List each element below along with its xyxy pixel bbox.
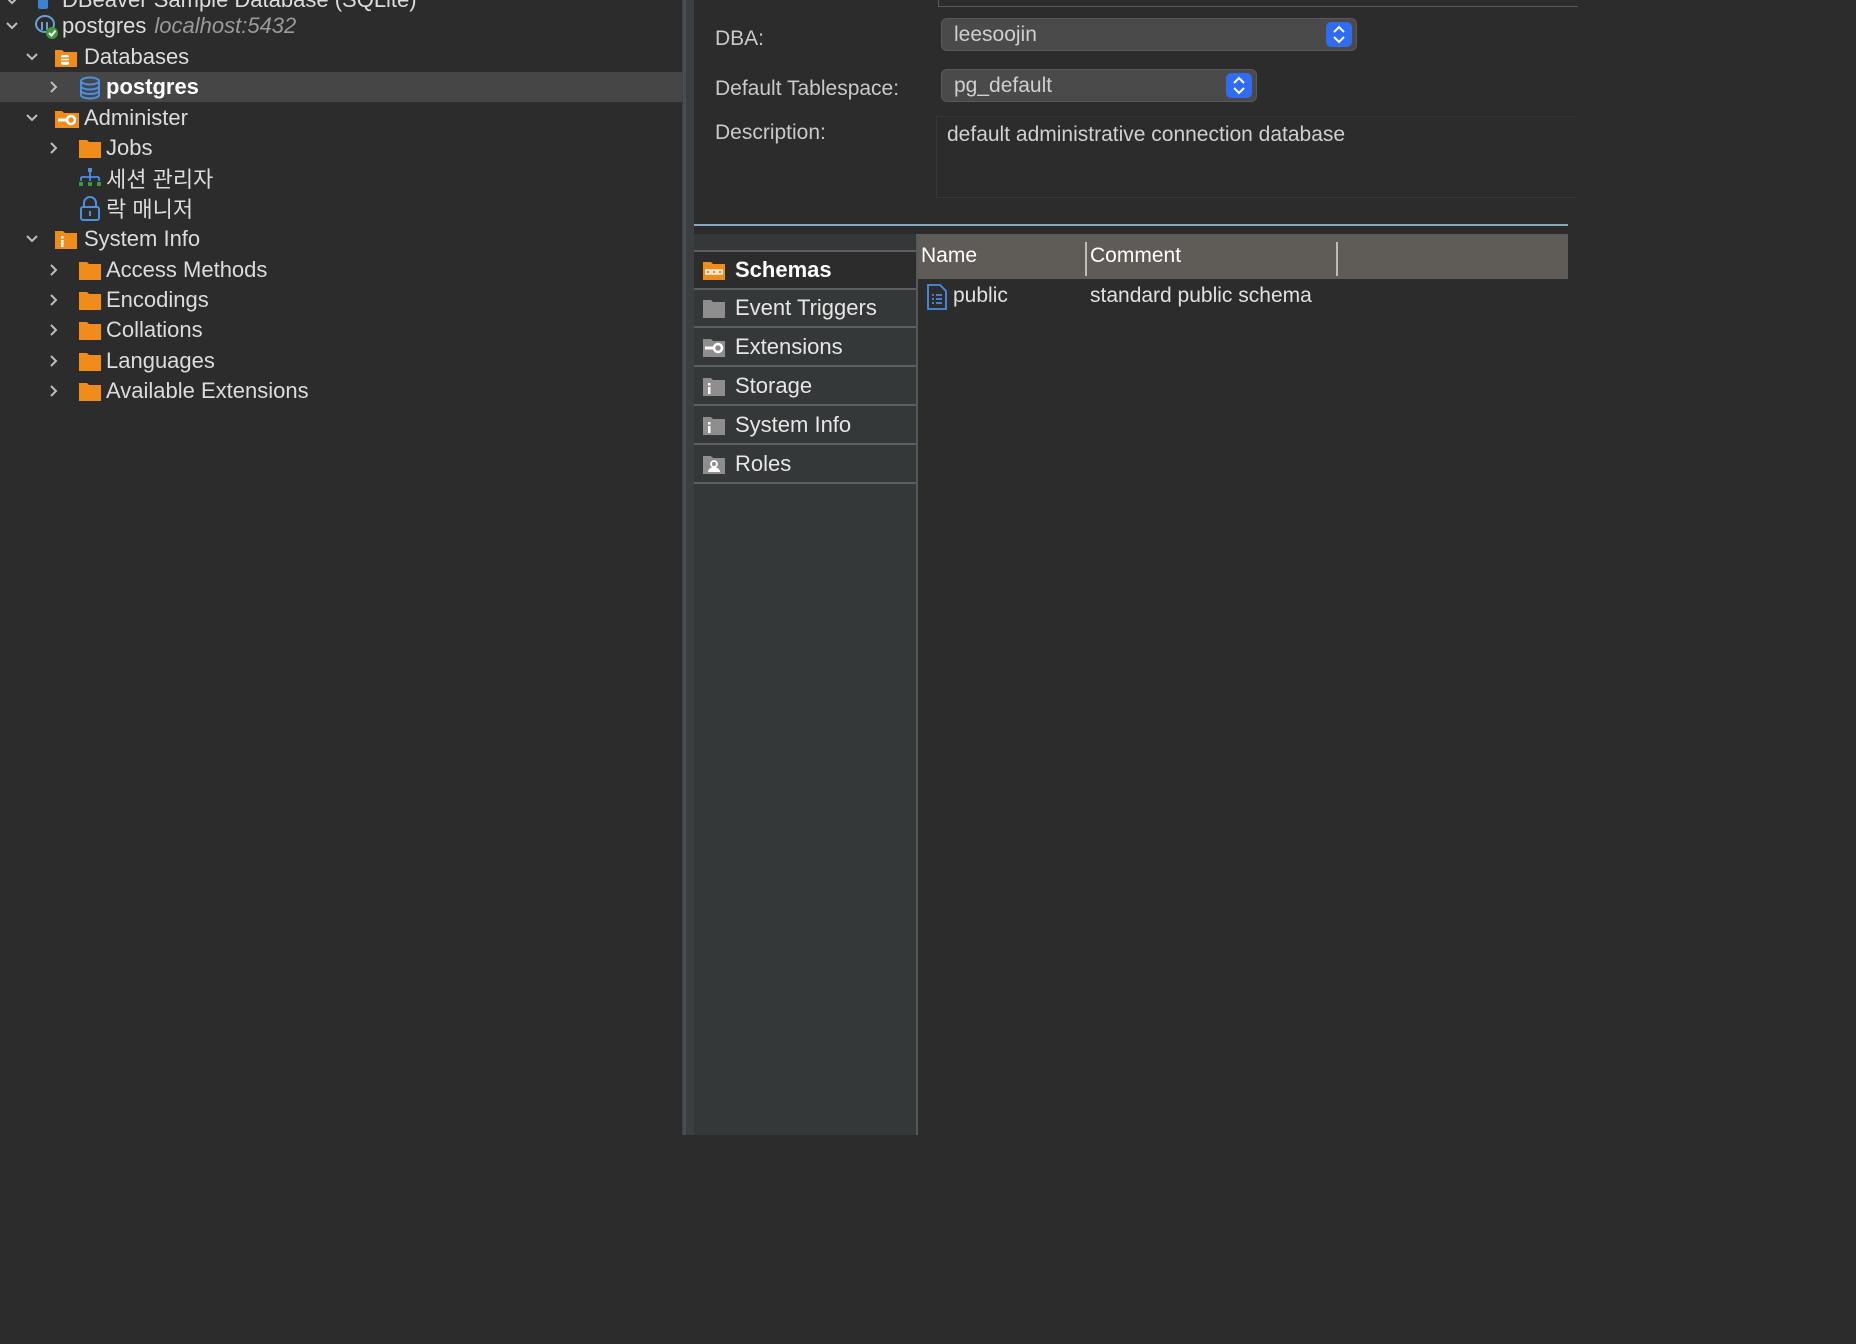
tree-item-label: Jobs: [106, 135, 153, 160]
tree-item-label: Encodings: [106, 287, 209, 312]
info-folder-icon: [702, 375, 726, 397]
folder-icon: [78, 137, 102, 159]
tree-item-label: Languages: [106, 348, 215, 373]
table-header: Name Comment: [918, 234, 1568, 279]
tree-item-label: postgres: [62, 13, 147, 38]
tree-item-collations[interactable]: Collations: [0, 315, 682, 345]
tree-item-label: postgres: [106, 74, 199, 99]
description-field[interactable]: default administrative connection databa…: [936, 116, 1576, 198]
extensions-icon: [702, 336, 726, 358]
dba-select[interactable]: leesoojin: [941, 18, 1357, 51]
schemas-table: Name Comment public standard public sche…: [918, 234, 1568, 1135]
tree-item-label: Available Extensions: [106, 378, 309, 403]
tree-item-label: Collations: [106, 317, 203, 342]
session-manager-icon: [78, 167, 102, 189]
tree-item-label: System Info: [84, 226, 201, 251]
tree-item-label: 락 매니저: [106, 197, 194, 222]
chevron-down-icon[interactable]: [24, 231, 40, 247]
tree-item-postgres-database[interactable]: postgres: [0, 72, 682, 102]
tree-item-access-methods[interactable]: Access Methods: [0, 255, 682, 285]
tab-label: Schemas: [735, 257, 832, 282]
tree-item-jobs[interactable]: Jobs: [0, 133, 682, 163]
object-tabs-panel: Schemas Event Triggers Extensions Storag…: [694, 234, 918, 1135]
tree-item-label: Databases: [84, 44, 190, 69]
tree-item-languages[interactable]: Languages: [0, 346, 682, 376]
column-header-name[interactable]: Name: [921, 244, 977, 268]
tab-extensions[interactable]: Extensions: [694, 329, 916, 367]
roles-icon: [702, 453, 726, 475]
splitter-line: [683, 0, 686, 1135]
tab-label: Event Triggers: [735, 295, 877, 320]
tab-system-info[interactable]: System Info: [694, 407, 916, 445]
database-editor: DBA: leesoojin Default Tablespace: pg_de…: [694, 0, 1578, 1135]
tab-storage[interactable]: Storage: [694, 368, 916, 406]
section-separator: [694, 224, 1568, 226]
dba-value: leesoojin: [954, 23, 1037, 46]
tree-item-postgres-connection[interactable]: postgres localhost:5432: [0, 11, 682, 41]
table-row[interactable]: public standard public schema: [918, 280, 1568, 312]
owner-field-edge: [938, 0, 1578, 7]
chevron-right-icon[interactable]: [46, 140, 62, 156]
default-tablespace-label: Default Tablespace:: [715, 77, 900, 100]
tab-label: Extensions: [735, 334, 843, 359]
schema-icon: [926, 284, 948, 315]
schema-name-cell: public: [953, 284, 1008, 307]
postgres-connection-icon: [34, 14, 58, 39]
chevron-down-icon[interactable]: [4, 18, 20, 34]
folder-icon: [702, 297, 726, 319]
schema-comment-cell: standard public schema: [1090, 284, 1312, 307]
chevron-right-icon[interactable]: [46, 353, 62, 369]
chevron-right-icon[interactable]: [46, 262, 62, 278]
databases-folder-icon: [54, 46, 78, 68]
system-info-folder-icon: [54, 228, 78, 250]
lock-manager-icon: [78, 196, 102, 221]
tree-item-databases[interactable]: Databases: [0, 42, 682, 72]
description-value: default administrative connection databa…: [947, 123, 1346, 146]
column-header-comment[interactable]: Comment: [1090, 244, 1181, 268]
tab-roles[interactable]: Roles: [694, 446, 916, 484]
tree-item-lock-manager[interactable]: 락 매니저: [0, 193, 682, 223]
tree-item-system-info[interactable]: System Info: [0, 224, 682, 254]
tab-event-triggers[interactable]: Event Triggers: [694, 290, 916, 328]
column-resize-handle[interactable]: [1336, 242, 1338, 276]
info-folder-icon: [702, 414, 726, 436]
tree-item-administer[interactable]: Administer: [0, 103, 682, 133]
database-navigator: DBeaver Sample Database (SQLite) postgre…: [0, 0, 682, 1135]
sqlite-database-icon: [34, 0, 58, 11]
folder-icon: [78, 289, 102, 311]
chevron-right-icon[interactable]: [46, 292, 62, 308]
folder-icon: [78, 380, 102, 402]
tree-item-encodings[interactable]: Encodings: [0, 285, 682, 315]
folder-icon: [78, 319, 102, 341]
tree-item-label: Access Methods: [106, 257, 268, 282]
administer-folder-icon: [54, 107, 79, 129]
chevron-right-icon[interactable]: [46, 322, 62, 338]
up-down-arrows-icon[interactable]: [1326, 22, 1352, 47]
tab-schemas[interactable]: Schemas: [694, 250, 916, 290]
tree-item-available-extensions[interactable]: Available Extensions: [0, 376, 682, 406]
tab-label: Storage: [735, 373, 813, 398]
folder-icon: [78, 350, 102, 372]
tab-label: Roles: [735, 451, 792, 476]
chevron-down-icon[interactable]: [4, 0, 20, 9]
chevron-down-icon[interactable]: [24, 49, 40, 65]
tablespace-value: pg_default: [954, 74, 1053, 97]
chevron-down-icon[interactable]: [24, 110, 40, 126]
chevron-right-icon[interactable]: [46, 383, 62, 399]
connection-host: localhost:5432: [154, 13, 297, 38]
dba-label: DBA:: [715, 27, 765, 50]
tree-item-label: 세션 관리자: [106, 167, 214, 192]
up-down-arrows-icon[interactable]: [1226, 73, 1252, 98]
default-tablespace-select[interactable]: pg_default: [941, 69, 1257, 102]
schemas-icon: [702, 259, 726, 281]
tree-item-session-manager[interactable]: 세션 관리자: [0, 163, 682, 193]
tree-item-label: Administer: [84, 105, 188, 130]
chevron-right-icon[interactable]: [46, 79, 62, 95]
tab-label: System Info: [735, 412, 852, 437]
folder-icon: [78, 259, 102, 281]
database-icon: [78, 76, 102, 100]
description-label: Description:: [715, 121, 826, 144]
column-resize-handle[interactable]: [1085, 242, 1087, 276]
